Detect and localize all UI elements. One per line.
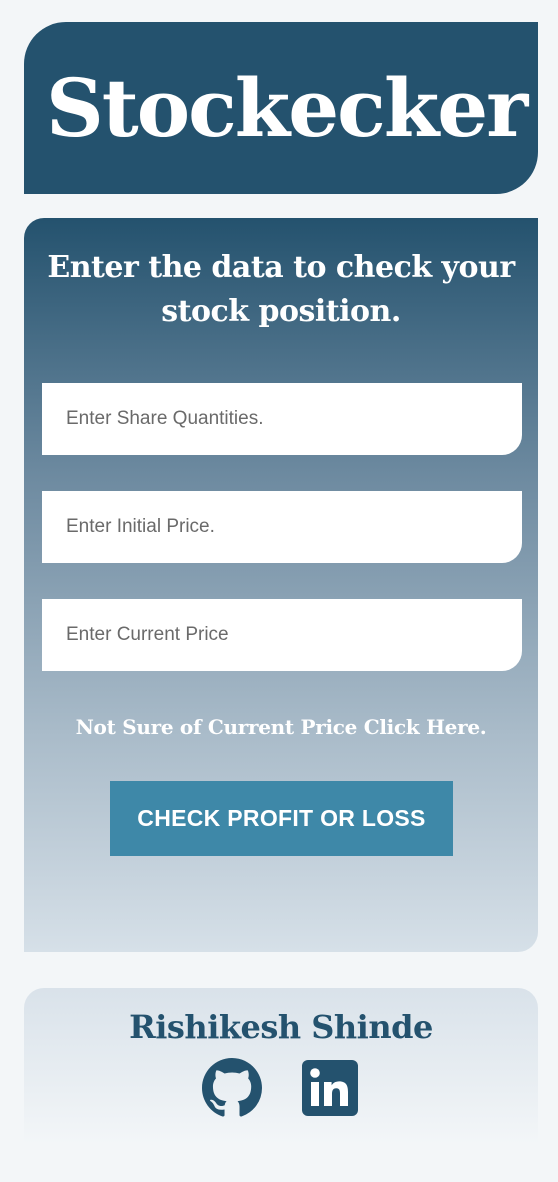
check-profit-loss-button[interactable]: CHECK PROFIT OR LOSS — [110, 781, 453, 856]
page: Stockecker Enter the data to check your … — [0, 0, 558, 1182]
footer: Rishikesh Shinde — [24, 988, 538, 1144]
linkedin-icon[interactable] — [302, 1060, 358, 1116]
author-name: Rishikesh Shinde — [129, 1008, 433, 1046]
share-quantity-input[interactable] — [42, 383, 522, 455]
form-heading: Enter the data to check your stock posit… — [47, 250, 515, 329]
app-title: Stockecker — [46, 61, 528, 155]
current-price-input[interactable] — [42, 599, 522, 671]
initial-price-input[interactable] — [42, 491, 522, 563]
github-icon[interactable] — [202, 1058, 262, 1118]
header-banner: Stockecker — [24, 22, 538, 194]
current-price-link[interactable]: Not Sure of Current Price Click Here. — [24, 710, 538, 744]
stock-form-card: Enter the data to check your stock posit… — [24, 218, 538, 952]
